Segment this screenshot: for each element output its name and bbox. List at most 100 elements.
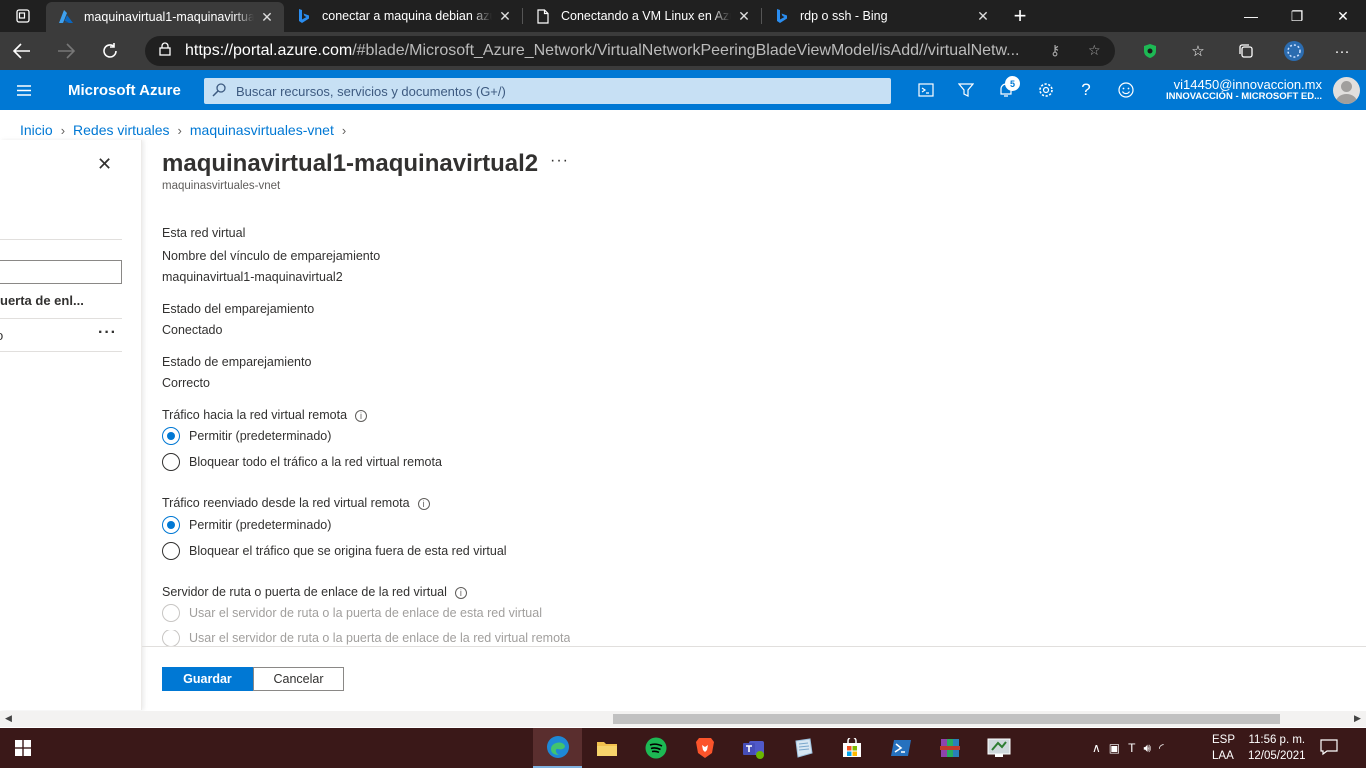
winrar-icon[interactable] bbox=[925, 728, 974, 768]
close-icon[interactable]: ✕ bbox=[496, 8, 514, 25]
breadcrumb-item-redes-virtuales[interactable]: Redes virtuales bbox=[73, 122, 170, 138]
file-explorer-icon[interactable] bbox=[582, 728, 631, 768]
close-icon[interactable]: ✕ bbox=[735, 8, 753, 25]
account-info[interactable]: vi14450@innovaccion.mx INNOVACCIÓN - MIC… bbox=[1166, 77, 1322, 103]
notes-app-icon[interactable] bbox=[778, 728, 827, 768]
radio-gateway-remote[interactable]: Usar el servidor de ruta o la puerta de … bbox=[162, 630, 570, 646]
notifications-icon[interactable]: 5 bbox=[986, 70, 1026, 110]
action-center-icon[interactable] bbox=[1320, 738, 1338, 761]
tab-title: rdp o ssh - Bing bbox=[800, 9, 888, 23]
tab-title: maquinavirtual1-maquinavirtual2 bbox=[84, 10, 254, 24]
save-button[interactable]: Guardar bbox=[162, 667, 253, 691]
collections-icon[interactable] bbox=[1222, 43, 1270, 59]
radio-forwarded-block[interactable]: Bloquear el tráfico que se origina fuera… bbox=[162, 542, 507, 560]
horizontal-scrollbar[interactable]: ◀ ▶ bbox=[0, 711, 1366, 727]
url-text: https://portal.azure.com/#blade/Microsof… bbox=[185, 42, 1030, 60]
tray-app-icon[interactable]: ▣ bbox=[1109, 741, 1120, 755]
hamburger-menu-icon[interactable] bbox=[0, 84, 48, 96]
more-options-icon[interactable]: ··· bbox=[1318, 43, 1366, 60]
avatar[interactable] bbox=[1333, 77, 1360, 104]
tab-conectando-vm[interactable]: Conectando a VM Linux en Azure ✕ bbox=[523, 0, 761, 32]
profile-icon[interactable] bbox=[1270, 40, 1318, 62]
more-icon[interactable]: ··· bbox=[550, 152, 569, 170]
close-icon[interactable]: ✕ bbox=[97, 154, 112, 175]
edge-icon[interactable] bbox=[533, 728, 582, 768]
radio-button-icon[interactable] bbox=[162, 516, 180, 534]
powershell-icon[interactable] bbox=[876, 728, 925, 768]
info-icon[interactable]: i bbox=[417, 497, 430, 510]
browser-tabstrip: maquinavirtual1-maquinavirtual2 ✕ conect… bbox=[0, 0, 1366, 32]
scroll-right-icon[interactable]: ▶ bbox=[1354, 713, 1361, 724]
help-icon[interactable]: ? bbox=[1066, 70, 1106, 110]
lang-layout: LAA bbox=[1212, 750, 1234, 762]
divider bbox=[0, 318, 122, 319]
radio-traffic-block[interactable]: Bloquear todo el tráfico a la red virtua… bbox=[162, 453, 442, 471]
azure-brand[interactable]: Microsoft Azure bbox=[68, 82, 204, 99]
extension-shield-icon[interactable] bbox=[1126, 43, 1174, 59]
previous-blade: ✕ uerta de enl... o ··· bbox=[0, 140, 142, 710]
maximize-icon[interactable]: ❐ bbox=[1274, 0, 1320, 32]
new-tab-button[interactable]: + bbox=[1000, 0, 1040, 32]
divider bbox=[0, 239, 122, 240]
back-icon[interactable] bbox=[0, 32, 44, 70]
windows-start-icon[interactable] bbox=[0, 728, 46, 768]
brave-icon[interactable] bbox=[680, 728, 729, 768]
azure-icon bbox=[58, 9, 74, 25]
feedback-smiley-icon[interactable] bbox=[1106, 70, 1146, 110]
refresh-icon[interactable] bbox=[88, 32, 132, 70]
address-bar[interactable]: https://portal.azure.com/#blade/Microsof… bbox=[145, 36, 1115, 66]
table-cell: o bbox=[0, 328, 3, 343]
info-icon[interactable]: i bbox=[355, 409, 368, 422]
tab-azure-peering[interactable]: maquinavirtual1-maquinavirtual2 ✕ bbox=[46, 2, 284, 32]
info-icon[interactable]: i bbox=[454, 586, 467, 599]
scroll-left-icon[interactable]: ◀ bbox=[5, 713, 12, 724]
taskbar-apps bbox=[533, 728, 1023, 768]
cloud-shell-icon[interactable] bbox=[906, 70, 946, 110]
breadcrumb-item-inicio[interactable]: Inicio bbox=[20, 122, 53, 138]
radio-button-icon[interactable] bbox=[162, 427, 180, 445]
radio-button-icon[interactable] bbox=[162, 604, 180, 622]
cancel-button[interactable]: Cancelar bbox=[253, 667, 344, 691]
key-icon[interactable]: ⚷ bbox=[1050, 42, 1060, 59]
radio-button-icon[interactable] bbox=[162, 453, 180, 471]
settings-gear-icon[interactable] bbox=[1026, 70, 1066, 110]
remote-desktop-icon[interactable] bbox=[974, 728, 1023, 768]
lock-icon[interactable] bbox=[159, 41, 171, 61]
input-language[interactable]: ESP LAA bbox=[1212, 732, 1235, 764]
teams-tray-icon[interactable]: T bbox=[1128, 741, 1135, 755]
windows-taskbar: ∧ ▣ T 🔊︎ ◜ ESP LAA 11:56 p. m. 12/05/202… bbox=[0, 728, 1366, 768]
close-icon[interactable]: ✕ bbox=[974, 8, 992, 25]
tab-title: conectar a maquina debian azure bbox=[322, 9, 492, 23]
close-icon[interactable]: ✕ bbox=[258, 9, 276, 26]
wifi-icon[interactable]: ◜ bbox=[1159, 741, 1164, 755]
favorites-icon[interactable]: ☆ bbox=[1174, 42, 1222, 60]
peering-status-value: Conectado bbox=[162, 323, 223, 337]
global-search-input[interactable]: Buscar recursos, servicios y documentos … bbox=[204, 78, 891, 104]
tab-bing-search-1[interactable]: conectar a maquina debian azure ✕ bbox=[284, 0, 522, 32]
radio-forwarded-allow[interactable]: Permitir (predeterminado) bbox=[162, 516, 331, 534]
window-controls: — ❐ ✕ bbox=[1228, 0, 1366, 32]
clock[interactable]: 11:56 p. m. 12/05/2021 bbox=[1248, 732, 1306, 764]
volume-icon[interactable]: 🔊︎ bbox=[1143, 741, 1151, 756]
forward-icon[interactable] bbox=[44, 32, 88, 70]
column-header-gateway[interactable]: uerta de enl... bbox=[0, 293, 84, 308]
minimize-icon[interactable]: — bbox=[1228, 0, 1274, 32]
filter-input[interactable] bbox=[0, 260, 122, 284]
scrollbar-thumb[interactable] bbox=[613, 714, 1280, 724]
radio-button-icon[interactable] bbox=[162, 542, 180, 560]
breadcrumb-item-vnet[interactable]: maquinasvirtuales-vnet bbox=[190, 122, 334, 138]
tab-bing-search-2[interactable]: rdp o ssh - Bing ✕ bbox=[762, 0, 1000, 32]
radio-traffic-allow[interactable]: Permitir (predeterminado) bbox=[162, 427, 331, 445]
spotify-icon[interactable] bbox=[631, 728, 680, 768]
store-icon[interactable] bbox=[827, 728, 876, 768]
chevron-up-icon[interactable]: ∧ bbox=[1092, 741, 1101, 755]
more-icon[interactable]: ··· bbox=[98, 324, 117, 342]
tab-actions-icon[interactable] bbox=[0, 0, 46, 32]
directory-filter-icon[interactable] bbox=[946, 70, 986, 110]
teams-icon[interactable] bbox=[729, 728, 778, 768]
radio-button-icon[interactable] bbox=[162, 630, 180, 646]
close-window-icon[interactable]: ✕ bbox=[1320, 0, 1366, 32]
section-this-vnet: Esta red virtual bbox=[162, 226, 246, 240]
add-favorite-icon[interactable]: ☆ bbox=[1088, 42, 1101, 59]
radio-gateway-local[interactable]: Usar el servidor de ruta o la puerta de … bbox=[162, 604, 542, 622]
